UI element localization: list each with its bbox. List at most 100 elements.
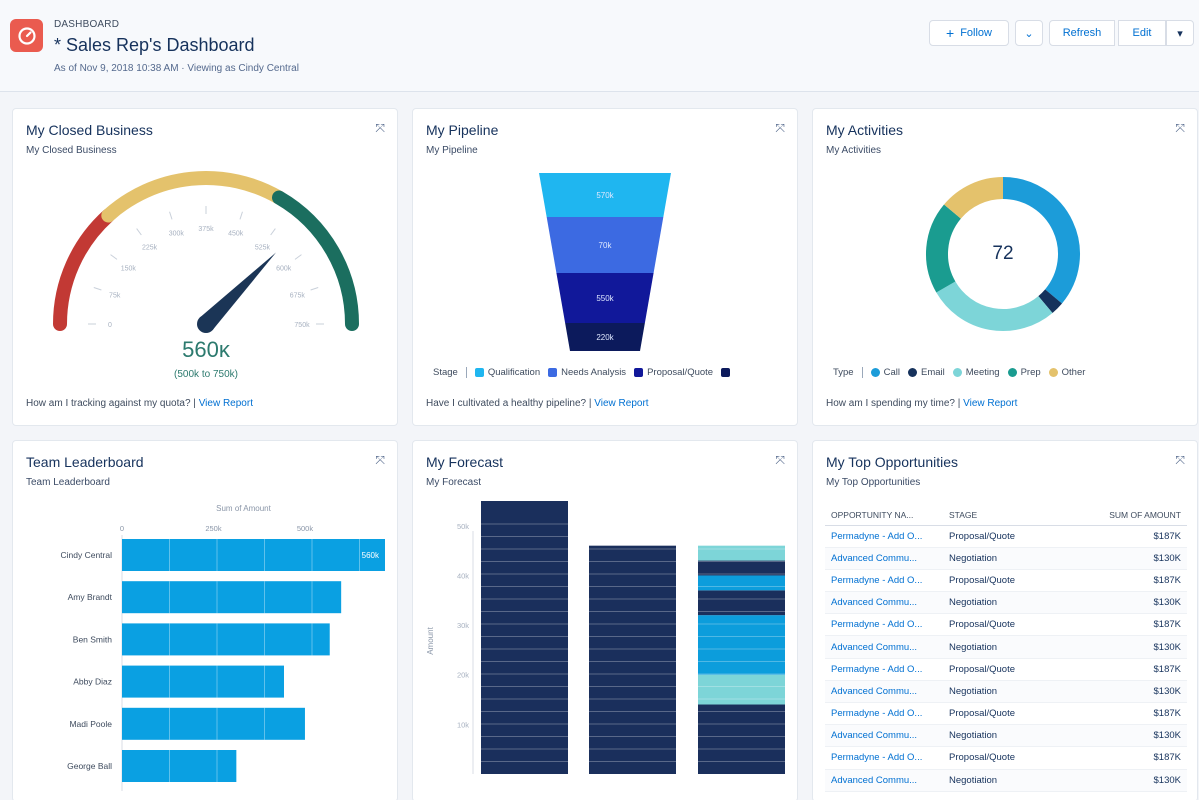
table-row[interactable]: Permadyne - Add O... Proposal/Quote $187K [825,702,1187,726]
table-row[interactable]: Permadyne - Add O... Proposal/Quote $187K [825,569,1187,593]
card-subtitle: My Top Opportunities [826,477,921,488]
table-row[interactable]: Permadyne - Add O... Proposal/Quote $187K [825,746,1187,770]
closed-business-card: My Closed Business My Closed Business ⤧ … [12,108,398,426]
legend-item[interactable]: Needs Analysis [548,367,626,378]
stage-cell: Proposal/Quote [943,613,1073,637]
column-header-amount[interactable]: SUM OF AMOUNT [1073,505,1187,526]
opportunity-name-link[interactable]: Advanced Commu... [825,635,943,659]
x-tick-label: 250k [205,524,222,533]
y-tick-label: 30k [457,621,469,630]
table-row[interactable]: Advanced Commu... Negotiation $130K [825,635,1187,659]
legend-item[interactable]: Email [907,367,945,378]
stage-cell: Negotiation [943,680,1073,704]
leaderboard-bar[interactable] [122,581,342,614]
opportunity-name-link[interactable]: Permadyne - Add O... [825,746,943,770]
expand-icon[interactable]: ⤧ [1175,453,1185,468]
amount-cell: $187K [1073,746,1187,770]
opportunity-name-link[interactable]: Permadyne - Add O... [825,613,943,637]
edit-button[interactable]: Edit [1118,20,1166,46]
forecast-bar-segment[interactable] [698,704,785,774]
view-report-link[interactable]: View Report [199,398,253,409]
table-row[interactable]: Permadyne - Add O... Proposal/Quote $187K [825,613,1187,637]
opportunity-name-link[interactable]: Advanced Commu... [825,680,943,704]
gauge-band [53,208,116,331]
opportunity-name-link[interactable]: Advanced Commu... [825,769,943,792]
opportunity-name-link[interactable]: Permadyne - Add O... [825,569,943,593]
table-row[interactable]: Permadyne - Add O... Proposal/Quote $187K [825,525,1187,548]
forecast-bar-segment[interactable] [481,501,568,774]
leaderboard-bar-chart: Sum of Amount 0 250k 500k Cindy Central 560k A… [61,504,385,791]
gauge-range: (500k to 750k) [174,369,238,380]
opportunity-name-link[interactable]: Permadyne - Add O... [825,702,943,726]
gauge-tick-mark [310,287,319,291]
gauge-tick-label: 150k [121,266,137,273]
gauge-tick-mark [110,254,118,260]
view-report-link[interactable]: View Report [594,398,648,409]
funnel-data-label: 550k [596,294,614,303]
opportunity-name-link[interactable]: Permadyne - Add O... [825,525,943,548]
legend-swatch [870,368,880,377]
legend-swatch [474,368,484,377]
leaderboard-bar[interactable] [122,665,284,698]
x-axis-title: Sum of Amount [216,504,271,513]
forecast-stacked-bar-chart: Amount 10k 20k 30k 40k 50k [426,501,785,774]
legend-swatch [907,368,917,377]
forecast-bar-segment[interactable] [698,674,785,705]
table-row[interactable]: Permadyne - Add O... Proposal/Quote $187K [825,658,1187,681]
leaderboard-card: Team Leaderboard Team Leaderboard ⤧ Sum … [12,440,398,800]
column-header-stage[interactable]: STAGE [943,505,1073,526]
refresh-button[interactable]: Refresh [1049,20,1115,46]
donut-slice[interactable] [926,204,962,293]
gauge-tick-label: 0 [108,322,112,329]
legend-item[interactable] [721,368,734,377]
x-tick-label: 0 [120,524,124,533]
donut-slice[interactable] [936,281,1053,331]
legend-label: Email [920,367,945,378]
leaderboard-bar[interactable] [122,539,385,571]
legend-label: Meeting [965,367,1000,378]
follow-options-button[interactable]: ⌄ [1015,20,1043,46]
forecast-bar-segment[interactable] [589,545,676,774]
opportunity-name-link[interactable]: Advanced Commu... [825,724,943,748]
legend-swatch [952,368,962,377]
amount-cell: $130K [1073,547,1187,570]
legend-item[interactable]: Call [870,367,900,378]
opportunity-name-link[interactable]: Advanced Commu... [825,547,943,570]
table-row[interactable]: Advanced Commu... Negotiation $130K [825,769,1187,792]
gauge-icon [17,26,36,45]
follow-button[interactable]: + Follow [929,20,1009,46]
stage-cell: Negotiation [943,769,1073,792]
table-row[interactable]: Advanced Commu... Negotiation $130K [825,724,1187,748]
page-title: * Sales Rep's Dashboard [54,35,255,55]
table-row[interactable]: Advanced Commu... Negotiation $130K [825,680,1187,704]
opportunity-name-link[interactable]: Permadyne - Add O... [825,658,943,681]
more-actions-button[interactable]: ▾ [1166,20,1194,46]
view-report-link[interactable]: View Report [963,398,1017,409]
legend-item[interactable]: Meeting [952,367,1000,378]
table-row[interactable]: Advanced Commu... Negotiation $130K [825,591,1187,615]
legend-item[interactable]: Prep [1007,367,1041,378]
column-header-opportunity[interactable]: OPPORTUNITY NA... [825,505,943,526]
forecast-bar-segment[interactable] [698,575,785,591]
gauge-band [101,171,286,223]
gauge-tick-label: 375k [198,226,214,233]
legend-item[interactable]: Qualification [474,367,540,378]
forecast-bar-segment[interactable] [698,545,785,561]
leaderboard-bar[interactable] [122,707,305,740]
opportunity-name-link[interactable]: Advanced Commu... [825,591,943,615]
gauge-tick-label: 750k [294,322,310,329]
legend-item[interactable]: Other [1048,367,1085,378]
legend-title: Stage [433,367,467,378]
donut-slice[interactable] [1038,289,1062,313]
donut-total: 72 [992,243,1014,264]
leaderboard-bar[interactable] [122,623,330,656]
opportunities-table: OPPORTUNITY NA... STAGE SUM OF AMOUNT Pe… [825,505,1187,792]
leaderboard-bar[interactable] [122,750,237,782]
table-row[interactable]: Advanced Commu... Negotiation $130K [825,547,1187,570]
legend-item[interactable]: Proposal/Quote [634,367,713,378]
legend-label: Call [883,367,900,378]
donut-slice[interactable] [944,177,1004,220]
funnel-data-label: 220k [596,333,614,342]
forecast-bar-segment[interactable] [698,560,785,576]
legend-swatch [721,368,731,377]
